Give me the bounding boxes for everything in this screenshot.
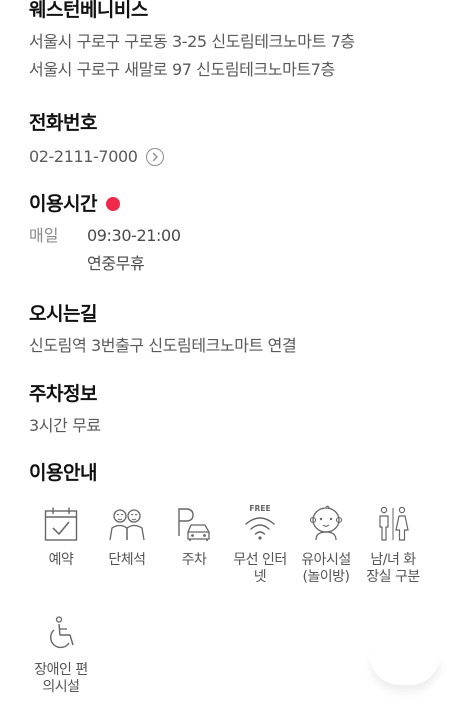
free-wifi-icon-text: FREE — [249, 504, 270, 513]
parking-car-icon — [162, 500, 226, 542]
address-line-2: 서울시 구로구 새말로 97 신도림테크노마트7층 — [29, 60, 335, 79]
phone-link[interactable]: 02-2111-7000 — [29, 143, 164, 171]
amenity-wifi: FREE 무선 인터 넷 — [228, 500, 292, 586]
baby-face-icon — [294, 500, 358, 542]
calendar-check-icon — [29, 500, 93, 542]
address-line-1: 서울시 구로구 구로동 3-25 신도림테크노마트 7층 — [29, 32, 355, 51]
wheelchair-icon — [29, 610, 93, 652]
amenities-title: 이용안내 — [29, 462, 97, 484]
store-section: 웨스턴베니비스 서울시 구로구 구로동 3-25 신도림테크노마트 7층 서울시… — [29, 0, 355, 84]
phone-number[interactable]: 02-2111-7000 — [29, 143, 138, 171]
amenity-reservation: 예약 — [29, 500, 93, 569]
chevron-right-icon[interactable] — [145, 148, 164, 166]
amenity-label-line-2: (놀이방) — [302, 569, 350, 585]
amenity-separate-restroom: 남/녀 화 장실 구분 — [361, 500, 425, 586]
directions-text: 신도림역 3번출구 신도림테크노마트 연결 — [29, 336, 297, 355]
parking-text: 3시간 무료 — [29, 416, 101, 435]
parking-title: 주차정보 — [29, 383, 97, 405]
hours-time: 09:30-21:00 — [87, 226, 181, 245]
phone-section: 전화번호 02-2111-7000 — [29, 111, 164, 171]
directions-section: 오시는길 신도림역 3번출구 신도림테크노마트 연결 — [29, 302, 297, 360]
group-seat-icon — [95, 500, 159, 542]
amenity-label: 예약 — [48, 552, 74, 568]
amenity-label-line-2: 의시설 — [42, 679, 80, 695]
hours-day: 매일 — [29, 226, 59, 245]
amenity-label: 단체석 — [108, 552, 146, 568]
amenity-label-line-2: 넷 — [253, 569, 267, 585]
amenity-label-line-1: 남/녀 화 — [370, 552, 416, 568]
restroom-icon — [361, 500, 425, 542]
parking-section: 주차정보 3시간 무료 — [29, 382, 101, 440]
amenity-accessibility: 장애인 편 의시설 — [29, 610, 93, 696]
floating-button-shadow — [370, 655, 440, 685]
amenities-section: 이용안내 — [29, 461, 97, 485]
status-dot — [105, 197, 120, 211]
amenity-label-line-1: 유아시설 — [301, 552, 351, 568]
hours-title: 이용시간 — [29, 193, 97, 215]
phone-title: 전화번호 — [29, 112, 97, 134]
amenity-label: 주차 — [181, 552, 207, 568]
amenity-label-line-1: 장애인 편 — [34, 662, 88, 678]
amenity-kids-facility: 유아시설 (놀이방) — [294, 500, 358, 586]
free-wifi-icon: FREE — [228, 500, 292, 542]
amenity-label-line-2: 장실 구분 — [366, 569, 420, 585]
directions-title: 오시는길 — [29, 303, 97, 325]
hours-note: 연중무휴 — [87, 254, 145, 273]
store-name: 웨스턴베니비스 — [29, 0, 148, 21]
amenity-parking: 주차 — [162, 500, 226, 569]
amenity-group-seating: 단체석 — [95, 500, 159, 569]
hours-section: 이용시간 매일 09:30-21:00 연중무휴 — [29, 192, 181, 278]
amenity-label-line-1: 무선 인터 — [233, 552, 287, 568]
